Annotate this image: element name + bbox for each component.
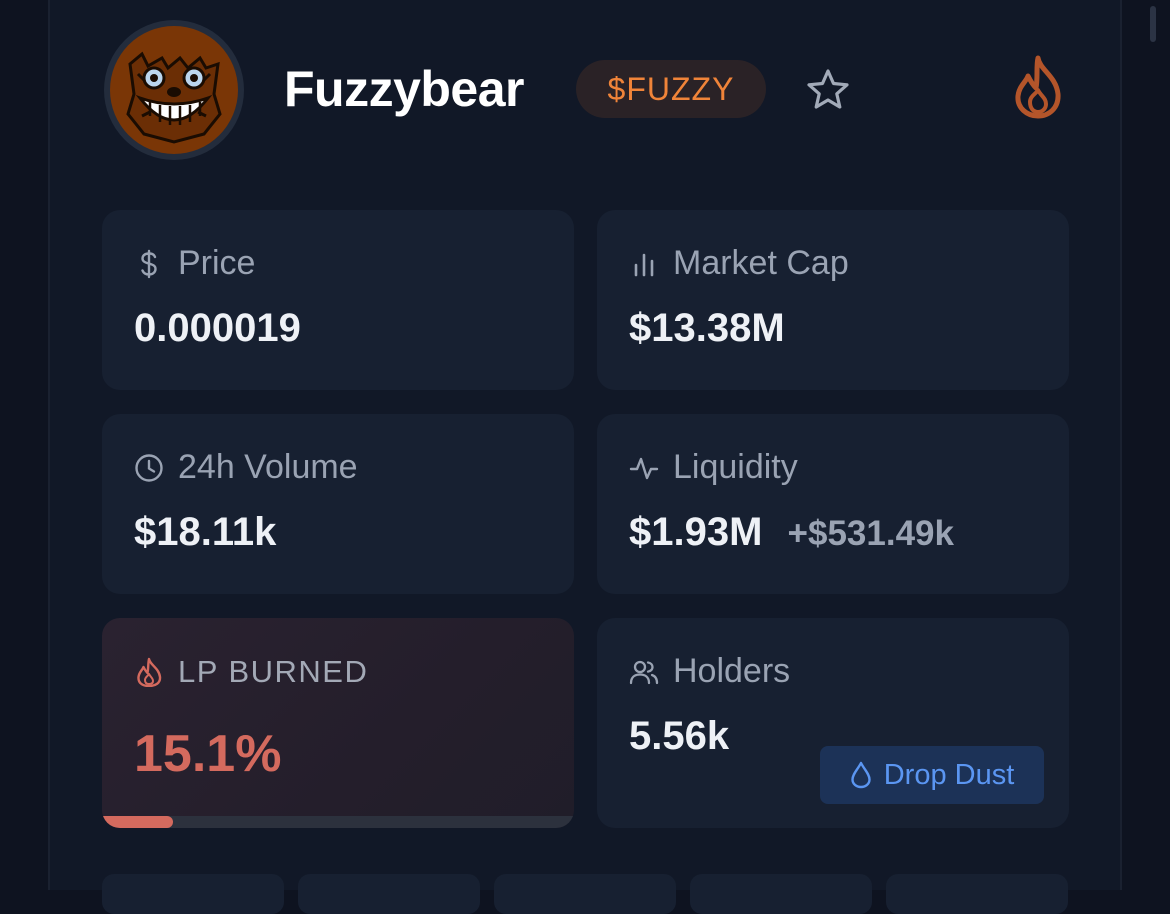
lp-burned-value: 15.1%	[134, 725, 282, 783]
drop-dust-label: Drop Dust	[883, 758, 1015, 791]
lp-burned-progress-bar	[102, 816, 574, 828]
holders-label: Holders	[673, 652, 791, 690]
token-name: Fuzzybear	[284, 61, 525, 117]
scrollbar-thumb[interactable]	[1150, 6, 1156, 42]
liquidity-change: +$531.49k	[787, 514, 954, 553]
liquidity-label: Liquidity	[673, 448, 798, 486]
bear-face-avatar	[110, 26, 238, 154]
droplet-icon	[851, 761, 871, 789]
market-cap-card: Market Cap $13.38M	[597, 210, 1069, 390]
price-label: Price	[178, 244, 256, 282]
volume-value: $18.11k	[134, 510, 277, 554]
liquidity-value: $1.93M	[629, 510, 763, 554]
activity-icon	[629, 457, 659, 479]
market-cap-value: $13.38M	[629, 306, 785, 350]
bottom-stat-tab[interactable]	[886, 874, 1068, 914]
volume-card: 24h Volume $18.11k	[102, 414, 574, 594]
bottom-stat-tab[interactable]	[102, 874, 284, 914]
token-ticker-badge: $FUZZY	[576, 60, 766, 118]
lp-burned-card: LP BURNED 15.1%	[102, 618, 574, 828]
clock-icon	[135, 453, 163, 482]
holders-card: Holders 5.56k Drop Dust	[597, 618, 1069, 828]
bar-chart-icon	[634, 253, 654, 276]
token-avatar	[104, 20, 244, 160]
drop-dust-button[interactable]: Drop Dust	[820, 746, 1044, 804]
star-icon[interactable]	[804, 66, 852, 114]
price-value: 0.000019	[134, 306, 301, 350]
fire-icon[interactable]	[1010, 54, 1066, 120]
lp-burned-progress-fill	[102, 816, 174, 828]
bottom-stat-tab[interactable]	[690, 874, 872, 914]
bottom-stat-tab[interactable]	[494, 874, 676, 914]
market-cap-label: Market Cap	[673, 244, 849, 282]
price-card: Price 0.000019	[102, 210, 574, 390]
holders-value: 5.56k	[629, 714, 730, 758]
fire-icon	[137, 657, 162, 687]
lp-burned-label: LP BURNED	[178, 654, 369, 689]
bottom-stat-tab[interactable]	[298, 874, 480, 914]
users-icon	[629, 660, 659, 684]
liquidity-card: Liquidity $1.93M +$531.49k	[597, 414, 1069, 594]
dollar-icon	[141, 249, 157, 278]
volume-label: 24h Volume	[178, 448, 358, 486]
